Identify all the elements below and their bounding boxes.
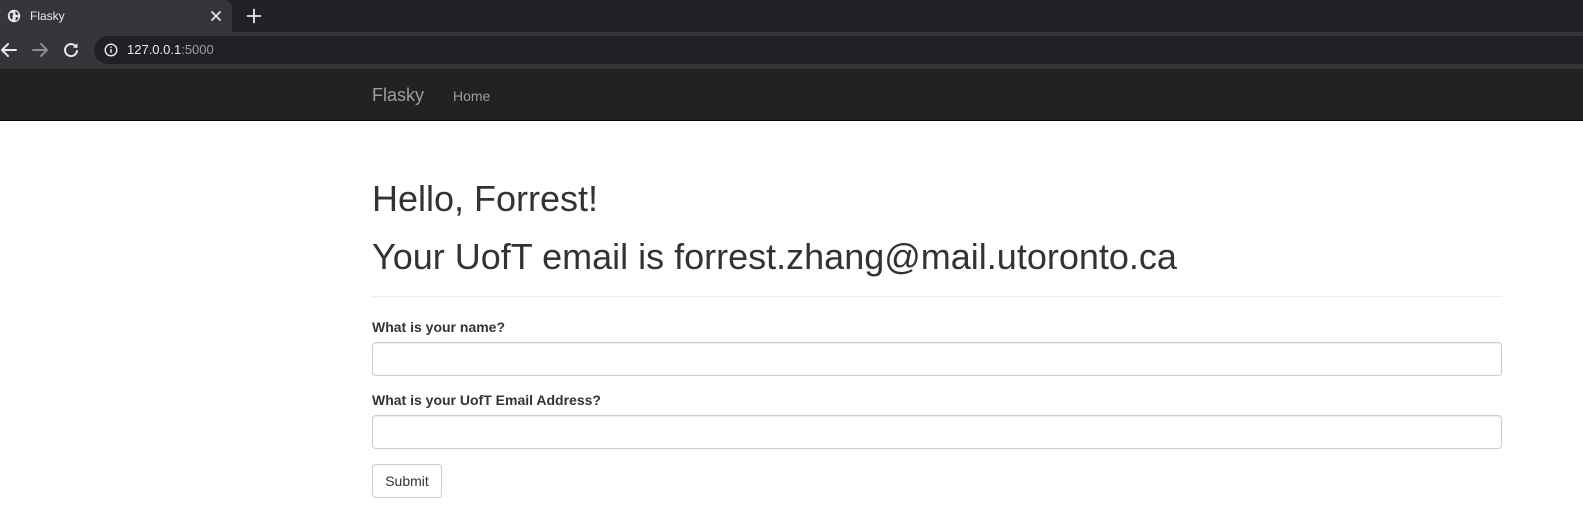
header-divider <box>372 296 1502 297</box>
navbar-brand[interactable]: Flasky <box>372 84 424 106</box>
address-bar[interactable]: 127.0.0.1:5000 <box>94 36 1583 64</box>
tab-title: Flasky <box>30 9 65 23</box>
nav-link-home[interactable]: Home <box>453 87 490 105</box>
url-port: :5000 <box>181 42 214 57</box>
browser-tab-strip: Flasky <box>0 0 1583 32</box>
close-icon[interactable] <box>208 8 224 24</box>
app-navbar: Flasky Home <box>0 69 1583 121</box>
arrow-left-icon[interactable] <box>0 41 18 59</box>
name-label: What is your name? <box>372 319 506 335</box>
email-label: What is your UofT Email Address? <box>372 392 601 408</box>
url-text: 127.0.0.1:5000 <box>127 42 214 58</box>
browser-toolbar: 127.0.0.1:5000 <box>0 32 1583 69</box>
globe-icon <box>7 9 21 23</box>
browser-tab[interactable]: Flasky <box>0 0 232 32</box>
url-host: 127.0.0.1 <box>127 42 182 57</box>
name-input[interactable] <box>372 342 1502 376</box>
reload-icon[interactable] <box>62 41 80 59</box>
info-icon[interactable] <box>104 43 118 57</box>
greeting-heading: Hello, Forrest! <box>372 178 599 219</box>
email-input[interactable] <box>372 415 1502 449</box>
arrow-right-icon[interactable] <box>31 41 49 59</box>
submit-button[interactable]: Submit <box>372 464 442 498</box>
plus-icon[interactable] <box>245 7 263 25</box>
email-heading: Your UofT email is forrest.zhang@mail.ut… <box>372 236 1177 277</box>
